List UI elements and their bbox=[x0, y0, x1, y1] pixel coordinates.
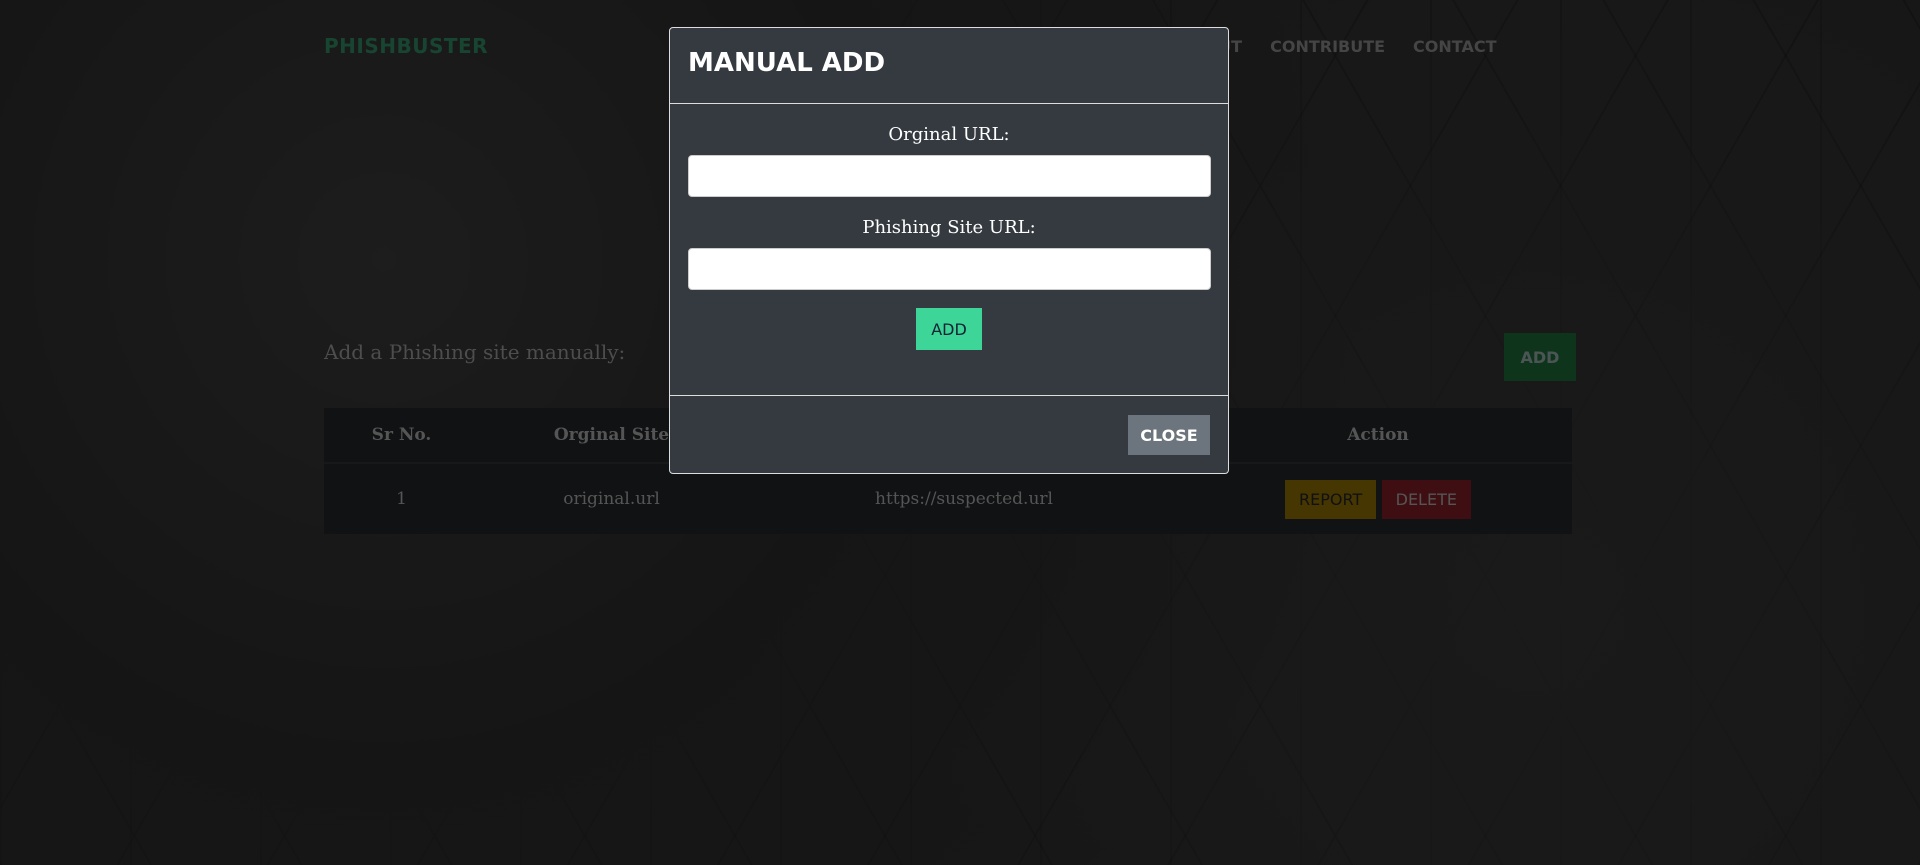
original-url-input[interactable] bbox=[688, 155, 1211, 197]
modal-footer: CLOSE bbox=[670, 395, 1228, 474]
phishing-url-input[interactable] bbox=[688, 248, 1211, 290]
modal-add-button[interactable]: ADD bbox=[916, 308, 982, 350]
close-button[interactable]: CLOSE bbox=[1128, 415, 1210, 455]
manual-add-modal: MANUAL ADD Orginal URL: Phishing Site UR… bbox=[669, 27, 1229, 474]
phishing-url-label: Phishing Site URL: bbox=[862, 217, 1036, 238]
original-url-label: Orginal URL: bbox=[888, 124, 1010, 145]
modal-title: MANUAL ADD bbox=[670, 28, 1228, 104]
